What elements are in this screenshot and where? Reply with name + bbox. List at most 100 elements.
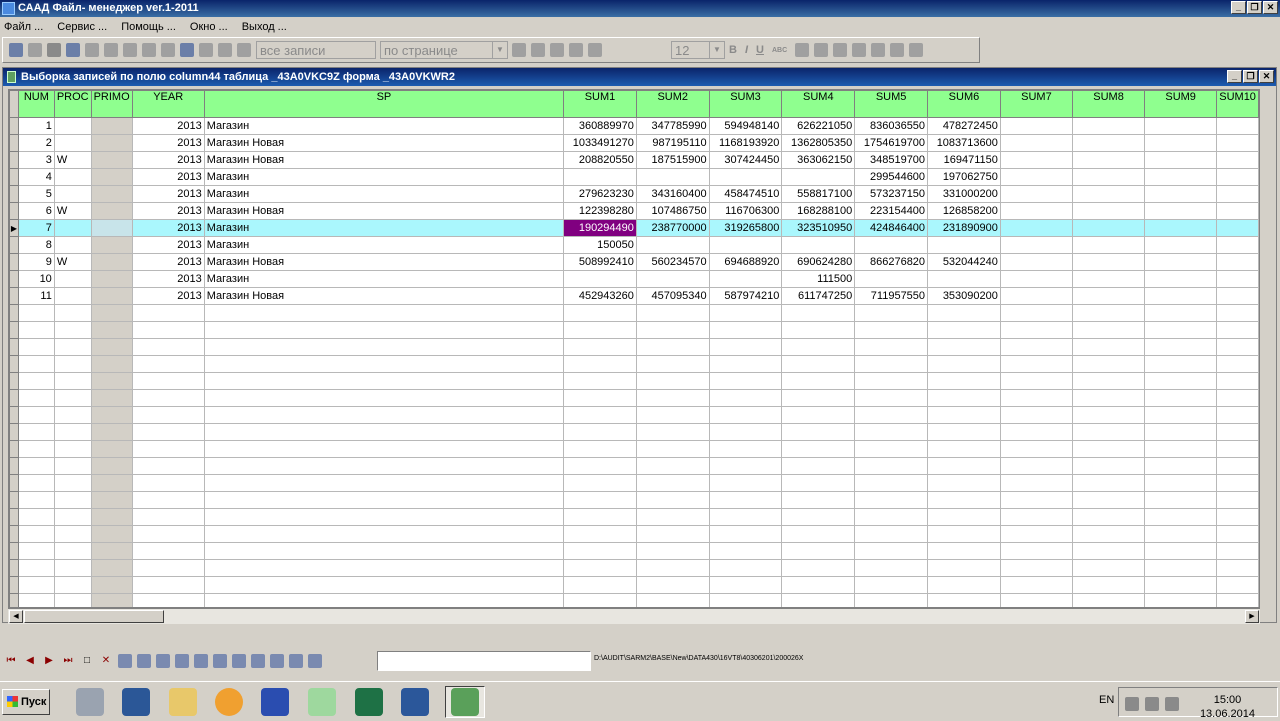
row-indicator[interactable] <box>9 389 19 407</box>
cell-sum8[interactable] <box>1071 202 1146 220</box>
cell-proc[interactable] <box>53 321 92 339</box>
cell-num[interactable] <box>17 508 55 526</box>
cell-year[interactable] <box>131 389 205 407</box>
cell-sum4[interactable]: 558817100 <box>781 185 856 203</box>
path-input[interactable] <box>377 651 591 671</box>
cell-year[interactable]: 2013 <box>131 236 205 254</box>
cell-sum6[interactable] <box>927 270 1001 288</box>
cell-sum6[interactable] <box>927 474 1001 492</box>
cell-sum10[interactable] <box>1216 474 1259 492</box>
underline-button[interactable]: U <box>756 44 764 56</box>
cell-sum6[interactable] <box>927 304 1001 322</box>
cell-proc[interactable] <box>53 525 92 543</box>
paste-icon[interactable] <box>588 43 602 57</box>
cell-sum10[interactable] <box>1216 389 1259 407</box>
column-header-sum3[interactable]: SUM3 <box>708 90 783 118</box>
cell-sum1[interactable] <box>563 270 637 288</box>
cell-sum7[interactable] <box>999 151 1073 169</box>
grid-icon[interactable] <box>237 43 251 57</box>
cell-sum8[interactable] <box>1071 219 1146 237</box>
table-row[interactable]: 5 2013 Магазин 279623230 343160400 458474510 5… <box>9 185 1259 203</box>
cell-sum9[interactable] <box>1144 185 1218 203</box>
cell-sum9[interactable] <box>1144 168 1218 186</box>
cell-proc[interactable] <box>53 559 92 577</box>
table-row[interactable]: 2 2013 Магазин Новая 1033491270 987195110 116… <box>9 134 1259 152</box>
cell-sum7[interactable] <box>999 185 1073 203</box>
cell-year[interactable] <box>131 304 205 322</box>
cell-sum4[interactable] <box>781 168 856 186</box>
print-icon[interactable] <box>137 654 151 668</box>
cell-sum9[interactable] <box>1144 491 1218 509</box>
cell-sum1[interactable] <box>563 389 637 407</box>
cell-sum9[interactable] <box>1144 576 1218 594</box>
scroll-left-button[interactable]: ◀ <box>9 610 23 623</box>
cell-sum8[interactable] <box>1071 389 1146 407</box>
cell-sum3[interactable] <box>708 423 783 441</box>
row-indicator[interactable] <box>9 508 19 526</box>
row-indicator[interactable]: ▶ <box>9 219 19 237</box>
cell-primo[interactable] <box>90 134 133 152</box>
chart-icon[interactable] <box>251 654 265 668</box>
copy-icon[interactable] <box>569 43 583 57</box>
cell-sum6[interactable] <box>927 321 1001 339</box>
cell-sum9[interactable] <box>1144 304 1218 322</box>
cell-sum5[interactable]: 866276820 <box>854 253 929 271</box>
cell-sum9[interactable] <box>1144 525 1218 543</box>
cell-sum5[interactable] <box>854 576 929 594</box>
cell-sum2[interactable] <box>635 542 710 560</box>
cell-primo[interactable] <box>90 491 133 509</box>
cell-sum10[interactable] <box>1216 151 1259 169</box>
cell-num[interactable] <box>17 406 55 424</box>
cell-sum7[interactable] <box>999 202 1073 220</box>
cell-sp[interactable] <box>203 338 565 356</box>
cell-primo[interactable] <box>90 389 133 407</box>
row-indicator[interactable] <box>9 372 19 390</box>
taskbar-app-explorer[interactable] <box>167 686 199 718</box>
cell-proc[interactable] <box>53 423 92 441</box>
taskbar-app-server-manager[interactable] <box>74 686 106 718</box>
cell-sum3[interactable] <box>708 321 783 339</box>
cell-sum4[interactable] <box>781 491 856 509</box>
cell-sum10[interactable] <box>1216 287 1259 305</box>
row-indicator[interactable] <box>9 236 19 254</box>
cell-year[interactable] <box>131 321 205 339</box>
cell-sum5[interactable]: 424846400 <box>854 219 929 237</box>
cell-sum4[interactable] <box>781 355 856 373</box>
cell-sp[interactable] <box>203 542 565 560</box>
row-indicator[interactable] <box>9 304 19 322</box>
menu-exit[interactable]: Выход ... <box>242 21 287 33</box>
cell-num[interactable] <box>17 372 55 390</box>
taskbar-app-powershell[interactable] <box>120 686 152 718</box>
sort-icon[interactable] <box>175 654 189 668</box>
cell-sum10[interactable] <box>1216 525 1259 543</box>
cell-sum6[interactable] <box>927 236 1001 254</box>
cell-sp[interactable] <box>203 508 565 526</box>
cell-sum3[interactable] <box>708 304 783 322</box>
cell-sum7[interactable] <box>999 559 1073 577</box>
column-header-sum9[interactable]: SUM9 <box>1144 90 1218 118</box>
cell-sum7[interactable] <box>999 236 1073 254</box>
cell-sum2[interactable] <box>635 355 710 373</box>
column-header-year[interactable]: YEAR <box>131 90 205 118</box>
cell-sum2[interactable]: 187515900 <box>635 151 710 169</box>
row-indicator[interactable] <box>9 355 19 373</box>
cell-num[interactable] <box>17 304 55 322</box>
cell-year[interactable] <box>131 406 205 424</box>
cell-sum1[interactable]: 360889970 <box>563 117 637 135</box>
cell-sum8[interactable] <box>1071 525 1146 543</box>
cell-sum6[interactable] <box>927 559 1001 577</box>
table-row[interactable] <box>9 508 1259 526</box>
cell-sum4[interactable] <box>781 525 856 543</box>
cell-proc[interactable] <box>53 440 92 458</box>
cell-sum2[interactable] <box>635 440 710 458</box>
cell-sum3[interactable] <box>708 389 783 407</box>
cell-sum1[interactable]: 452943260 <box>563 287 637 305</box>
scroll-right-button[interactable]: ▶ <box>1245 610 1259 623</box>
cell-sum6[interactable]: 231890900 <box>927 219 1001 237</box>
cell-num[interactable] <box>17 389 55 407</box>
row-indicator[interactable] <box>9 202 19 220</box>
row-indicator[interactable] <box>9 287 19 305</box>
cell-sum1[interactable]: 150050 <box>563 236 637 254</box>
cell-sum7[interactable] <box>999 168 1073 186</box>
cell-sum3[interactable] <box>708 168 783 186</box>
